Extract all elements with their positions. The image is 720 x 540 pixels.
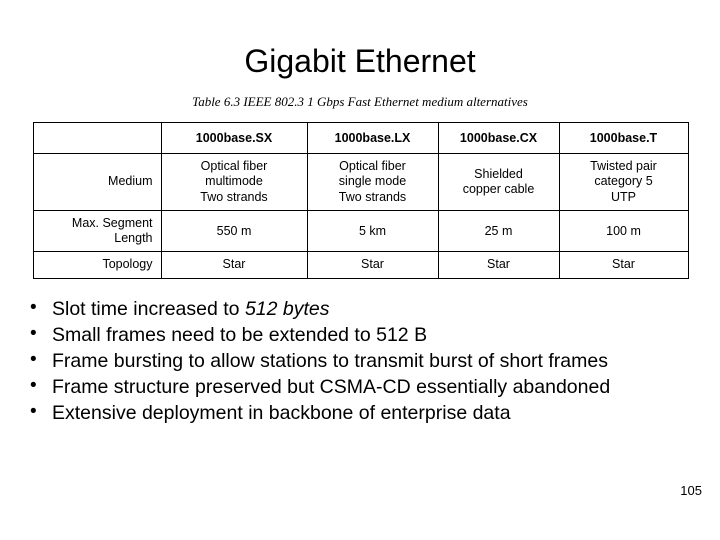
table-row: Medium Optical fiber multimode Two strands… [32,153,689,211]
table-row-header-topology: Topology [32,251,162,279]
list-item: Extensive deployment in backbone of ente… [22,400,720,426]
table-col-header-1: 1000base.LX [306,122,439,155]
table-cell-topology-cx: Star [437,251,560,279]
table-row-header-max-segment-length: Max. Segment Length [32,209,162,253]
page-title: Gigabit Ethernet [244,43,476,79]
bullet-text-pre-1: Small frames need to be extended to 512 … [52,323,428,346]
table-cell-length-t: 100 m [558,209,689,253]
list-item: Frame structure preserved but CSMA-CD es… [22,374,720,400]
table-col-header-0: 1000base.SX [160,122,308,155]
table-cell-medium-cx: Shielded copper cable [437,153,560,211]
table-cell-medium-sx: Optical fiber multimode Two strands [160,153,308,211]
table-row-header-medium: Medium [32,153,162,211]
table-row: Topology Star Star Star Star [32,251,689,279]
table-cell-medium-t: Twisted pair category 5 UTP [558,153,689,211]
list-item: Frame bursting to allow stations to tran… [22,348,720,374]
table-cell-topology-t: Star [558,251,689,279]
media-alternatives-table: 1000base.SX 1000base.LX 1000base.CX 1000… [32,122,689,279]
list-item: Small frames need to be extended to 512 … [22,322,720,348]
page-number: 105 [680,483,702,498]
bullet-text-pre-2: Frame bursting to allow stations to tran… [52,349,608,372]
bullet-list: Slot time increased to 512 bytes Small f… [0,296,720,427]
table-cell-medium-lx: Optical fiber single mode Two strands [306,153,439,211]
table-cell-topology-sx: Star [160,251,308,279]
table-cell-length-cx: 25 m [437,209,560,253]
table-cell-topology-lx: Star [306,251,439,279]
table-cell-length-sx: 550 m [160,209,308,253]
table-corner-cell [32,122,162,155]
bullet-text-pre-3: Frame structure preserved but CSMA-CD es… [52,376,611,399]
table-caption: Table 6.3 IEEE 802.3 1 Gbps Fast Etherne… [192,94,528,110]
bullet-text-em-0: 512 bytes [244,297,330,320]
table-header-row: 1000base.SX 1000base.LX 1000base.CX 1000… [32,122,689,155]
table-cell-length-lx: 5 km [306,209,439,253]
bullet-text-pre-4: Extensive deployment in backbone of ente… [52,402,511,425]
table-col-header-2: 1000base.CX [437,122,560,155]
slide: Gigabit Ethernet Table 6.3 IEEE 802.3 1 … [0,0,720,540]
table-col-header-3: 1000base.T [558,122,689,155]
table-row: Max. Segment Length 550 m 5 km 25 m 100 … [32,209,689,253]
bullet-text-pre-0: Slot time increased to [52,297,245,320]
list-item: Slot time increased to 512 bytes [22,296,720,322]
